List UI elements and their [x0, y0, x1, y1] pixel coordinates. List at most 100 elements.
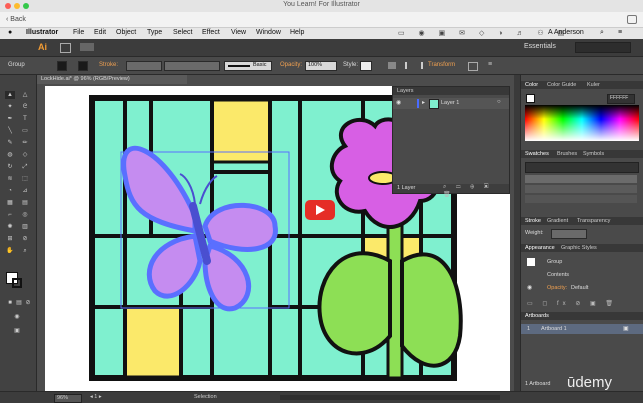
- none-mode-icon[interactable]: ⊘: [23, 299, 33, 307]
- free-transform-tool-icon[interactable]: ⬚: [20, 175, 30, 183]
- lasso-tool-icon[interactable]: ᘓ: [20, 103, 30, 111]
- width-tool-icon[interactable]: ≋: [5, 175, 15, 183]
- menu-list-icon[interactable]: ≡: [618, 29, 622, 36]
- recolor-artwork-icon[interactable]: [388, 62, 396, 69]
- appearance-opacity-row[interactable]: ◉ Opacity: Default: [521, 283, 643, 293]
- menu-help[interactable]: Help: [290, 29, 304, 36]
- stroke-weight-field[interactable]: [126, 61, 162, 71]
- artboards-panel-title[interactable]: Artboards: [525, 313, 549, 319]
- slice-tool-icon[interactable]: ⊘: [20, 235, 30, 243]
- align-icon[interactable]: [405, 62, 423, 69]
- layers-footer-icons[interactable]: ⌕ ▭ ⊕ ▣ 🗑: [443, 184, 509, 198]
- fullscreen-icon[interactable]: [627, 15, 637, 24]
- layer-row[interactable]: ◉ ▸ Layer 1 ○: [393, 98, 509, 109]
- artboard-nav[interactable]: ◂ 1 ▸: [90, 394, 102, 400]
- panel-menu-icon[interactable]: ≡: [488, 61, 492, 68]
- symbol-sprayer-tool-icon[interactable]: ✺: [5, 223, 15, 231]
- document-tab[interactable]: LockHide.ai* @ 96% (RGB/Preview): [37, 75, 187, 84]
- appearance-eye-icon[interactable]: ◉: [527, 284, 532, 291]
- menu-edit[interactable]: Edit: [94, 29, 106, 36]
- direct-selection-tool-icon[interactable]: △: [20, 91, 30, 99]
- opacity-label[interactable]: Opacity:: [280, 62, 302, 68]
- selection-tool-icon[interactable]: ▲: [5, 91, 15, 99]
- hand-tool-icon[interactable]: ✋: [5, 247, 15, 255]
- stroke-swatch[interactable]: [78, 61, 88, 71]
- variable-width-field[interactable]: [164, 61, 220, 71]
- tab-graphic-styles[interactable]: Graphic Styles: [561, 245, 597, 251]
- appearance-footer-icons[interactable]: ▭ ◻ fx ⊘ ▣ 🗑: [521, 299, 643, 309]
- tab-color[interactable]: Color: [525, 82, 538, 88]
- video-play-button[interactable]: [305, 200, 335, 220]
- layers-panel-title[interactable]: Layers: [397, 88, 414, 94]
- pen-tool-icon[interactable]: ✒: [5, 115, 15, 123]
- blend-tool-icon[interactable]: ◎: [20, 211, 30, 219]
- expand-triangle-icon[interactable]: ▸: [422, 99, 425, 106]
- menu-effect[interactable]: Effect: [202, 29, 220, 36]
- pencil-tool-icon[interactable]: ✏: [20, 139, 30, 147]
- eyedropper-tool-icon[interactable]: ⌐: [5, 211, 15, 219]
- draw-mode-icon[interactable]: ◉: [12, 313, 22, 321]
- rotate-tool-icon[interactable]: ↻: [5, 163, 15, 171]
- appearance-contents-row[interactable]: Contents: [521, 270, 643, 280]
- fill-stroke-mini[interactable]: [526, 94, 535, 103]
- column-graph-tool-icon[interactable]: ▥: [20, 223, 30, 231]
- back-link[interactable]: ‹ Back: [6, 16, 26, 23]
- screen-mode-icon[interactable]: ▣: [12, 327, 22, 335]
- swatch-row[interactable]: [525, 195, 637, 203]
- tab-symbols[interactable]: Symbols: [583, 151, 604, 157]
- opacity-field[interactable]: 100%: [305, 61, 337, 71]
- scale-tool-icon[interactable]: ⤢: [20, 163, 30, 171]
- tab-appearance[interactable]: Appearance: [525, 245, 555, 251]
- mesh-tool-icon[interactable]: ▦: [5, 199, 15, 207]
- menu-object[interactable]: Object: [116, 29, 136, 36]
- rectangle-tool-icon[interactable]: ▭: [20, 127, 30, 135]
- current-tool-status[interactable]: Selection: [194, 394, 217, 400]
- tab-color-guide[interactable]: Color Guide: [547, 82, 576, 88]
- horizontal-scrollbar[interactable]: [280, 395, 500, 400]
- zoom-tool-icon[interactable]: ⌕: [20, 247, 30, 255]
- shape-builder-tool-icon[interactable]: ◔: [5, 187, 15, 195]
- menu-type[interactable]: Type: [147, 29, 162, 36]
- stroke-color-box[interactable]: [12, 278, 22, 288]
- menu-view[interactable]: View: [231, 29, 246, 36]
- menu-user-name[interactable]: A Anderson: [548, 29, 584, 36]
- artboard-options-icon[interactable]: ▣: [623, 325, 629, 332]
- graphic-style-swatch[interactable]: [360, 61, 372, 71]
- menu-select[interactable]: Select: [173, 29, 192, 36]
- layer-target-icon[interactable]: ○: [497, 99, 501, 105]
- appearance-group-row[interactable]: Group: [521, 257, 643, 267]
- blob-brush-tool-icon[interactable]: ◍: [5, 151, 15, 159]
- stroke-label[interactable]: Stroke:: [99, 62, 118, 68]
- bridge-icon[interactable]: [60, 43, 71, 53]
- eraser-tool-icon[interactable]: ◇: [20, 151, 30, 159]
- appearance-opacity-label[interactable]: Opacity:: [547, 285, 567, 291]
- tab-stroke[interactable]: Stroke: [525, 218, 541, 224]
- tab-gradient[interactable]: Gradient: [547, 218, 568, 224]
- apple-icon[interactable]: ●: [8, 29, 12, 36]
- artboard-tool-icon[interactable]: ⊞: [5, 235, 15, 243]
- paintbrush-tool-icon[interactable]: ✎: [5, 139, 15, 147]
- type-tool-icon[interactable]: T: [20, 115, 30, 123]
- tab-brushes[interactable]: Brushes: [557, 151, 577, 157]
- search-field[interactable]: [575, 42, 631, 53]
- transform-label[interactable]: Transform: [428, 62, 455, 68]
- tab-swatches[interactable]: Swatches: [525, 151, 549, 157]
- isolate-group-icon[interactable]: [468, 62, 478, 71]
- menu-file[interactable]: File: [73, 29, 84, 36]
- arrange-documents-icon[interactable]: [80, 43, 94, 51]
- gradient-tool-icon[interactable]: ▤: [20, 199, 30, 207]
- brush-definition-field[interactable]: Basic: [224, 61, 272, 71]
- line-tool-icon[interactable]: ╲: [5, 127, 15, 135]
- artboard-row[interactable]: 1 Artboard 1 ▣: [521, 324, 643, 334]
- tab-transparency[interactable]: Transparency: [577, 218, 610, 224]
- swatch-row[interactable]: [525, 185, 637, 193]
- search-icon[interactable]: ⌕: [600, 29, 604, 37]
- magic-wand-tool-icon[interactable]: ✦: [5, 103, 15, 111]
- menu-window[interactable]: Window: [256, 29, 281, 36]
- fill-swatch[interactable]: [57, 61, 67, 71]
- visibility-eye-icon[interactable]: ◉: [396, 99, 401, 106]
- stroke-weight-input[interactable]: [551, 229, 587, 239]
- swatch-field[interactable]: [525, 162, 639, 173]
- hex-field[interactable]: FFFFFF: [607, 94, 635, 104]
- perspective-grid-tool-icon[interactable]: ⊿: [20, 187, 30, 195]
